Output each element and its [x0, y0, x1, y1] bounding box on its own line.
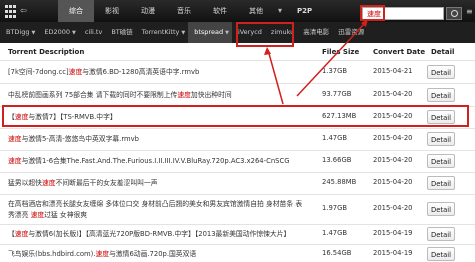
detail-button[interactable]: Detail: [427, 227, 455, 241]
site-tab-torrentkitty[interactable]: TorrentKitty ▼: [136, 22, 188, 43]
table-header: Torrent Description Files Size Convert D…: [0, 45, 475, 60]
table-row: 飞鸟娱乐(bbs.hdbird.com).速度与激情6动画.720p.国英双语 …: [0, 244, 475, 262]
row-description[interactable]: 猛男以超快速度不间断最后干的女友羞涩叫叫一声: [8, 178, 308, 189]
row-date: 2015-04-20: [373, 90, 413, 98]
row-size: 1.47GB: [322, 229, 348, 237]
result-highlight-box: [2, 105, 469, 127]
row-date: 2015-04-20: [373, 156, 413, 164]
row-date: 2015-04-20: [373, 204, 413, 212]
row-date: 2015-04-20: [373, 178, 413, 186]
site-tab-btdigg[interactable]: BTDigg ▼: [0, 22, 38, 43]
menu-icon[interactable]: ≡: [466, 7, 474, 19]
detail-button[interactable]: Detail: [427, 132, 455, 146]
nav-item-movies[interactable]: 影视: [94, 0, 130, 22]
back-icon[interactable]: ⇦: [20, 6, 27, 15]
row-description[interactable]: [7k空间-7dong.cc]速度与激情6.BD-1280高清英语中字.rmvb: [8, 67, 308, 78]
btspread-highlight-box: [236, 22, 294, 47]
chevron-down-icon: ▼: [181, 30, 186, 36]
category-nav: 综合 影视 动漫 音乐 软件 其他 ▾ P2P: [58, 0, 323, 22]
site-tab-xunlei[interactable]: 迅雷资源: [332, 22, 367, 43]
detail-button[interactable]: Detail: [427, 247, 455, 261]
site-tab-hd-movies[interactable]: 高清电影: [297, 22, 332, 43]
row-description[interactable]: 在高档酒店和漂亮长腿女友缠绵 多体位口交 身材前凸后翘的美女和男友宾馆激情自拍 …: [8, 199, 308, 221]
table-row: 猛男以超快速度不间断最后干的女友羞涩叫叫一声 245.88MB 2015-04-…: [0, 172, 475, 195]
row-size: 93.77GB: [322, 90, 352, 98]
site-tab-ed2000[interactable]: ED2000 ▼: [38, 22, 79, 43]
table-row: 在高档酒店和漂亮长腿女友缠绵 多体位口交 身材前凸后翘的美女和男友宾馆激情自拍 …: [0, 194, 475, 225]
detail-button[interactable]: Detail: [427, 65, 455, 79]
detail-button[interactable]: Detail: [427, 176, 455, 190]
row-size: 1.47GB: [322, 134, 348, 142]
nav-item-other[interactable]: 其他: [238, 0, 274, 22]
row-description[interactable]: 飞鸟娱乐(bbs.hdbird.com).速度与激情6动画.720p.国英双语: [8, 249, 308, 260]
site-tab-btcilian[interactable]: BT磁链: [105, 22, 135, 43]
chevron-down-icon[interactable]: ▾: [274, 0, 286, 22]
table-row: 【速度与激情6(加长版)】【高清蓝光720P版BD-RMVB.中字】【2013最…: [0, 224, 475, 245]
row-date: 2015-04-19: [373, 249, 413, 257]
detail-button[interactable]: Detail: [427, 88, 455, 102]
row-description[interactable]: 速度与激情1-6合集The.Fast.And.The.Furious.I.II.…: [8, 156, 308, 167]
header-size: Files Size: [322, 48, 360, 56]
row-date: 2015-04-20: [373, 134, 413, 142]
chevron-down-icon: ▼: [225, 30, 229, 36]
row-description[interactable]: 速度与激情5-高清-悠悠鸟中英双字幕.rmvb: [8, 134, 308, 145]
table-row: 速度与激情1-6合集The.Fast.And.The.Furious.I.II.…: [0, 150, 475, 173]
row-size: 1.37GB: [322, 67, 348, 75]
top-bar: ⇦ 综合 影视 动漫 音乐 软件 其他 ▾ P2P 速度 ≡: [0, 0, 475, 22]
nav-item-p2p[interactable]: P2P: [286, 0, 323, 22]
row-size: 1.97GB: [322, 204, 348, 212]
site-tab-btspread[interactable]: btspread ▼: [188, 22, 232, 43]
table-row: 速度与激情5-高清-悠悠鸟中英双字幕.rmvb 1.47GB 2015-04-2…: [0, 128, 475, 151]
row-size: 245.88MB: [322, 178, 357, 186]
row-size: 16.54GB: [322, 249, 352, 257]
header-date: Convert Date: [373, 48, 426, 56]
detail-button[interactable]: Detail: [427, 202, 455, 216]
row-date: 2015-04-19: [373, 229, 413, 237]
search-highlight-box: [360, 5, 385, 21]
nav-item-anime[interactable]: 动漫: [130, 0, 166, 22]
nav-item-software[interactable]: 软件: [202, 0, 238, 22]
row-date: 2015-04-21: [373, 67, 413, 75]
row-description[interactable]: 中乱榜前图画系列 75部合集 请下载的同时不要限制上传速度加快出种时间: [8, 90, 308, 101]
chevron-down-icon: ▼: [72, 30, 76, 36]
table-row: [7k空间-7dong.cc]速度与激情6.BD-1280高清英语中字.rmvb…: [0, 60, 475, 84]
site-tab-cilitv[interactable]: cili.tv: [79, 22, 105, 43]
chevron-down-icon: ▼: [31, 30, 36, 36]
nav-item-music[interactable]: 音乐: [166, 0, 202, 22]
grid-menu-icon[interactable]: [3, 3, 21, 21]
row-description[interactable]: 【速度与激情6(加长版)】【高清蓝光720P版BD-RMVB.中字】【2013最…: [8, 229, 308, 240]
header-detail: Detail: [431, 48, 455, 56]
detail-button[interactable]: Detail: [427, 154, 455, 168]
nav-item-all[interactable]: 综合: [58, 0, 94, 22]
row-size: 13.66GB: [322, 156, 352, 164]
header-description: Torrent Description: [8, 48, 85, 56]
table-row: 中乱榜前图画系列 75部合集 请下载的同时不要限制上传速度加快出种时间 93.7…: [0, 83, 475, 107]
search-icon[interactable]: [446, 7, 462, 20]
